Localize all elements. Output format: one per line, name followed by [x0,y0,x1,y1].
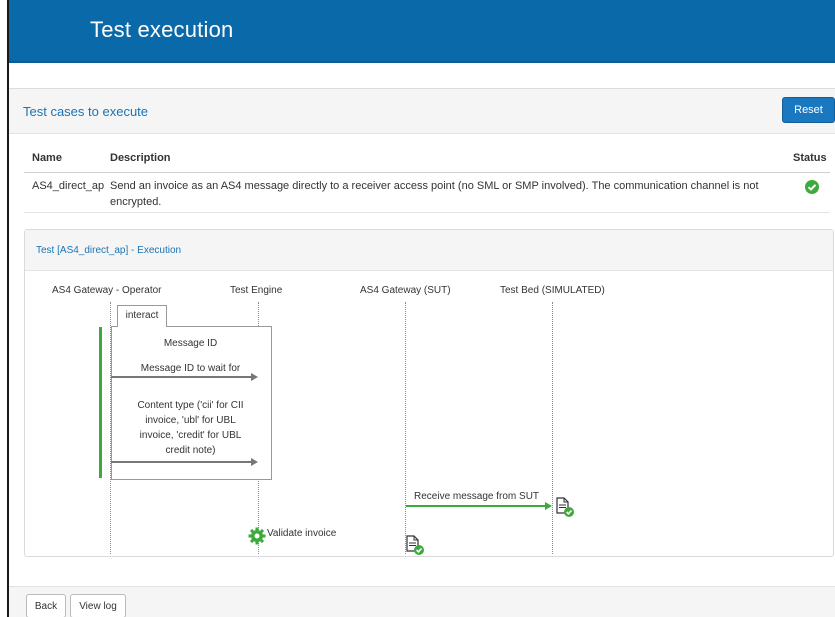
panel-header: Test cases to execute Reset [9,89,835,134]
execution-header: Test [AS4_direct_ap] - Execution [25,230,833,271]
header-divider [24,172,830,173]
page-title: Test execution [90,17,234,42]
validate-invoice-label: Validate invoice [267,528,337,539]
footer-bar [9,586,835,617]
back-button[interactable]: Back [26,594,66,617]
message-id-wait-label: Message ID to wait for [140,363,241,374]
test-case-description: Send an invoice as an AS4 message direct… [110,178,790,210]
row-divider [24,212,830,213]
document-check-icon[interactable] [405,535,425,555]
lifeline-sut [405,302,406,554]
content-type-line: invoice, 'credit' for UBL [139,430,242,441]
arrow-head [251,373,258,381]
reset-button[interactable]: Reset [782,97,835,123]
actor-operator: AS4 Gateway - Operator [52,285,162,296]
content-type-line: invoice, 'ubl' for UBL [145,415,236,426]
message-id-label: Message ID [163,338,218,349]
column-header-status: Status [793,152,827,164]
description-line: encrypted. [110,196,162,208]
column-header-description: Description [110,152,171,164]
arrow-content-type [111,461,252,463]
arrow-head [251,458,258,466]
interact-label: interact [117,305,167,327]
content-type-line: credit note) [165,445,216,456]
header-bar: Test execution [7,0,835,63]
actor-test-bed: Test Bed (SIMULATED) [500,285,605,296]
test-case-name: AS4_direct_ap [32,180,105,192]
content-type-line: Content type ('cii' for CII [137,400,244,411]
document-check-icon[interactable] [555,497,575,517]
actor-test-engine: Test Engine [230,285,283,296]
receive-message-label: Receive message from SUT [414,491,540,502]
gear-icon[interactable] [248,527,266,545]
check-circle-icon [805,180,819,194]
column-header-name: Name [32,152,62,164]
description-line: Send an invoice as an AS4 message direct… [110,180,759,192]
lifeline-test-bed [552,302,553,554]
execution-title: Test [AS4_direct_ap] - Execution [36,245,182,256]
app-frame: Test execution Test cases to execute Res… [0,0,835,617]
panel-title: Test cases to execute [23,104,149,119]
activation-bar [99,327,102,478]
view-log-button[interactable]: View log [70,594,126,617]
actor-sut: AS4 Gateway (SUT) [360,285,451,296]
arrow-head [545,502,552,510]
content-type-label: Content type ('cii' for CII invoice, 'ub… [111,398,270,458]
arrow-message-id [111,376,252,378]
arrow-receive-message [406,505,546,507]
